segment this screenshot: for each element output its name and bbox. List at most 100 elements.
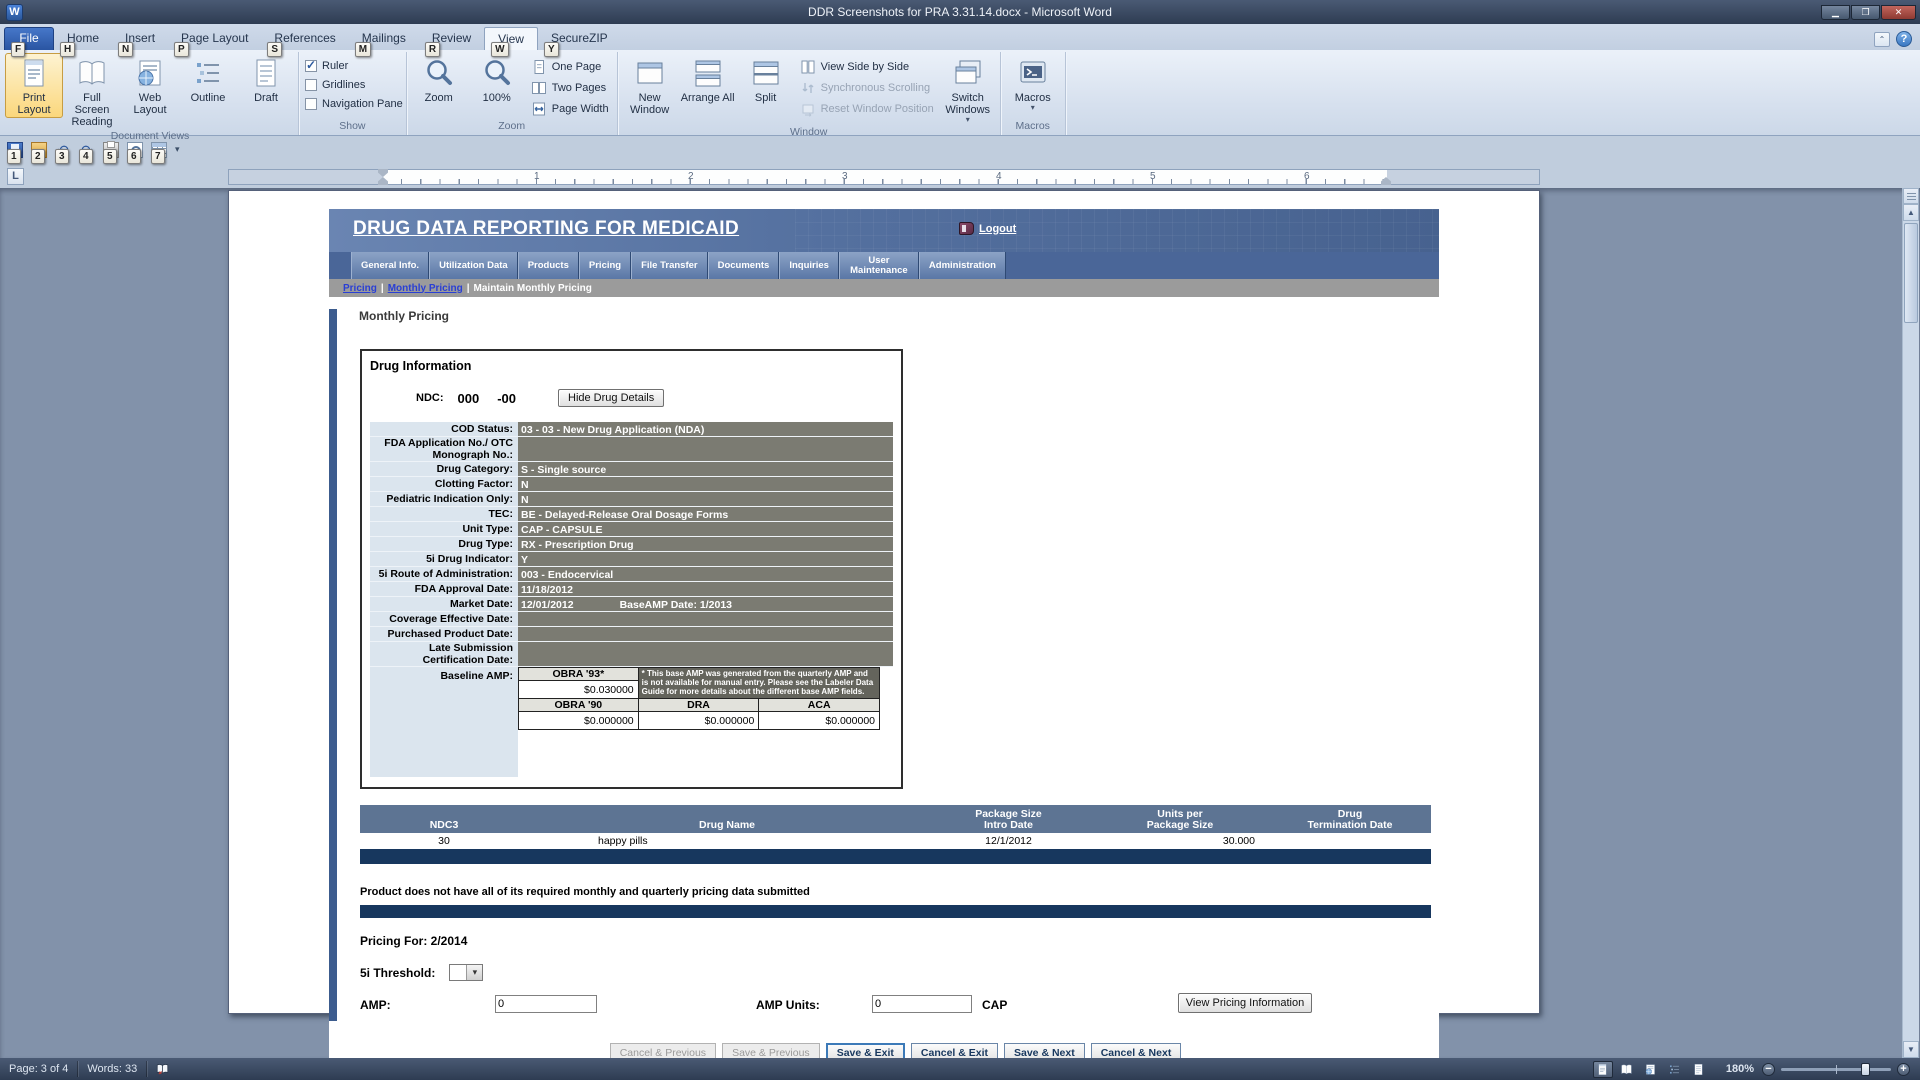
nav-tab-documents[interactable]: Documents [708,252,780,279]
logout[interactable]: Logout [959,222,1016,235]
full-screen-reading-view-button[interactable] [1617,1061,1637,1078]
zoom-level[interactable]: 180% [1718,1063,1762,1075]
nav-tab-administration[interactable]: Administration [919,252,1006,279]
outline-button[interactable]: Outline [179,53,237,115]
zoom-slider-tick [1836,1065,1837,1074]
help-icon[interactable] [1896,31,1912,47]
nav-tab-file-transfer[interactable]: File Transfer [631,252,708,279]
scroll-up-icon[interactable] [1903,204,1919,221]
field-label: Pediatric Indication Only: [370,492,518,506]
zoom-out-icon[interactable]: − [1762,1063,1775,1076]
nav-tab-utilization-data[interactable]: Utilization Data [429,252,518,279]
word-app-icon[interactable]: W [6,4,23,21]
reset-window-position-icon [800,101,816,117]
keytip-badge: M [355,42,371,57]
document-area: DRUG DATA REPORTING FOR MEDICAID Logout … [0,188,1920,1058]
tab-insert[interactable]: InsertN [112,27,168,50]
web-layout-button[interactable]: Web Layout [121,53,179,118]
product-table-row: 30happy pills12/1/201230.000 [360,833,1431,849]
checkbox-gridlines[interactable]: Gridlines [302,75,403,94]
nav-tab-user-maintenance[interactable]: User Maintenance [839,252,919,279]
two-pages-icon [531,80,547,96]
keytip-badge: S [267,42,282,57]
amp-units-input[interactable] [872,995,972,1013]
breadcrumb-link-pricing[interactable]: Pricing [343,283,377,294]
draft-view-button[interactable] [1689,1061,1709,1078]
arrange-all-icon [692,57,724,89]
two-pages-button[interactable]: Two Pages [526,77,614,98]
arrange-all-button[interactable]: Arrange All [679,53,737,115]
zoom-slider[interactable] [1781,1068,1891,1071]
ribbon-right-controls [1874,31,1912,47]
tab-view[interactable]: ViewW [484,27,538,50]
left-accent-strip [329,309,337,1021]
zoom-in-icon[interactable]: + [1897,1063,1910,1076]
ruler-toggle-button[interactable] [1903,188,1919,204]
hide-drug-details-button[interactable]: Hide Drug Details [558,389,664,407]
print-layout-button[interactable]: Print Layout [5,53,63,118]
close-button[interactable]: ✕ [1881,5,1916,20]
split-icon [750,57,782,89]
page-width-button[interactable]: Page Width [526,98,614,119]
one-page-button[interactable]: One Page [526,56,614,77]
zoom-100-button[interactable]: 100% [468,53,526,115]
app-body: Monthly Pricing Drug Information NDC: 00… [329,309,1439,1080]
scroll-down-icon[interactable] [1903,1041,1919,1058]
button-label: Print Layout [7,92,61,116]
ruler-bar[interactable]: 123456 [228,169,1540,185]
switch-windows-button[interactable]: Switch Windows [939,53,997,126]
tab-selector[interactable]: L [7,168,24,185]
tab-review[interactable]: ReviewR [419,27,484,50]
outline-view-button[interactable] [1665,1061,1685,1078]
zoom-button[interactable]: Zoom [410,53,468,115]
nav-tab-products[interactable]: Products [518,252,579,279]
maximize-button[interactable]: ❐ [1851,5,1880,20]
ruler-number: 1 [534,171,540,182]
tab-references[interactable]: ReferencesS [261,27,348,50]
threshold-select[interactable] [449,964,483,981]
button-label: Zoom [425,92,453,104]
zoom-slider-thumb[interactable] [1861,1063,1870,1076]
tab-mailings[interactable]: MailingsM [349,27,419,50]
minimize-ribbon-icon[interactable] [1874,32,1890,47]
minimize-button[interactable]: ▁ [1821,5,1850,20]
keytip-badge: H [60,42,75,57]
amp-input[interactable] [495,995,597,1013]
nav-tab-pricing[interactable]: Pricing [579,252,631,279]
ndc-row: NDC: 000 -00 Hide Drug Details [416,389,893,407]
checkbox-navigation-pane[interactable]: Navigation Pane [302,94,403,113]
full-screen-reading-button[interactable]: Full Screen Reading [63,53,121,130]
print-layout-view-button[interactable] [1593,1061,1613,1078]
view-side-by-side-button[interactable]: View Side by Side [795,56,939,77]
split-button[interactable]: Split [737,53,795,115]
vertical-scrollbar[interactable] [1902,188,1919,1058]
page-indicator[interactable]: Page: 3 of 4 [0,1058,77,1080]
logout-link[interactable]: Logout [979,223,1016,235]
word-count[interactable]: Words: 33 [78,1058,146,1080]
proofing-status[interactable] [147,1058,178,1080]
field-value-text: RX - Prescription Drug [521,539,634,551]
field-row: Late Submission Certification Date: [370,642,893,667]
document-page[interactable]: DRUG DATA REPORTING FOR MEDICAID Logout … [228,190,1540,1014]
new-window-button[interactable]: New Window [621,53,679,118]
breadcrumb-link-monthly-pricing[interactable]: Monthly Pricing [388,283,463,294]
view-shortcuts [1584,1058,1718,1080]
keytip-badge: N [118,42,133,57]
tab-securezip[interactable]: SecureZIPY [538,27,621,50]
tab-page-layout[interactable]: Page LayoutP [168,27,261,50]
checkbox-ruler[interactable]: Ruler [302,56,403,75]
view-pricing-information-button[interactable]: View Pricing Information [1178,993,1312,1013]
print-layout-icon [1596,1063,1609,1076]
aca-value: $0.000000 [759,712,880,730]
scrollbar-thumb[interactable] [1904,223,1918,323]
macros-button[interactable]: Macros [1004,53,1062,115]
draft-button[interactable]: Draft [237,53,295,115]
nav-tab-inquiries[interactable]: Inquiries [779,252,839,279]
field-label: Coverage Effective Date: [370,612,518,626]
web-layout-view-button[interactable] [1641,1061,1661,1078]
tab-file[interactable]: File F [4,27,54,50]
app-header: DRUG DATA REPORTING FOR MEDICAID Logout [329,209,1439,252]
tab-home[interactable]: HomeH [54,27,112,50]
button-label: One Page [552,61,602,73]
nav-tab-general-info[interactable]: General Info. [351,252,429,279]
